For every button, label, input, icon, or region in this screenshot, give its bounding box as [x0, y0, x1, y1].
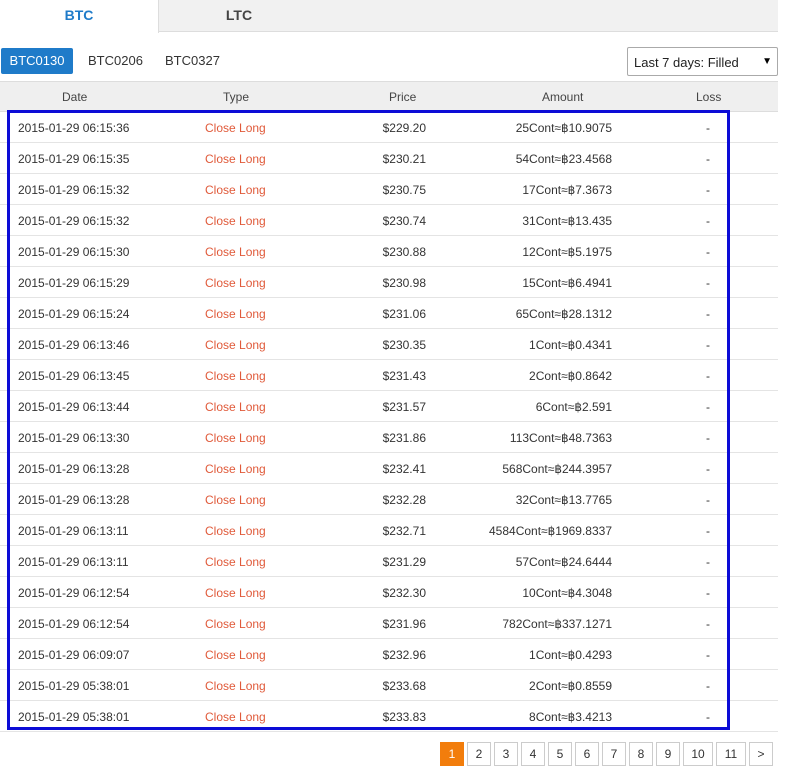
cell-amount: 32Cont≈฿13.7765	[515, 493, 612, 507]
cell-loss: -	[706, 710, 710, 724]
cell-loss: -	[706, 338, 710, 352]
table-row: 2015-01-29 06:13:45 Close Long $231.43 2Con…	[0, 360, 778, 391]
page-button-3[interactable]: 3	[494, 742, 518, 766]
cell-amount: 54Cont≈฿23.4568	[515, 152, 612, 166]
cell-amount: 57Cont≈฿24.6444	[515, 555, 612, 569]
cell-amount: 25Cont≈฿10.9075	[515, 121, 612, 135]
tab-btc[interactable]: BTC	[0, 0, 159, 33]
cell-loss: -	[706, 524, 710, 538]
cell-amount: 1Cont≈฿0.4341	[529, 338, 612, 352]
cell-amount: 8Cont≈฿3.4213	[529, 710, 612, 724]
market-tabs: BTC LTC	[0, 0, 778, 33]
orders-table: Date Type Price Amount Loss 2015-01-29 0…	[0, 81, 778, 732]
table-row: 2015-01-29 06:15:30 Close Long $230.88 12Co…	[0, 236, 778, 267]
contract-tab-btc0206[interactable]: BTC0206	[88, 48, 143, 74]
page-button-5[interactable]: 5	[548, 742, 572, 766]
table-row: 2015-01-29 06:13:11 Close Long $231.29 57Co…	[0, 546, 778, 577]
cell-loss: -	[706, 307, 710, 321]
header-amount: Amount	[542, 90, 584, 104]
header-price: Price	[389, 90, 417, 104]
table-row: 2015-01-29 06:13:46 Close Long $230.35 1Con…	[0, 329, 778, 360]
table-row: 2015-01-29 06:15:32 Close Long $230.74 31Co…	[0, 205, 778, 236]
table-row: 2015-01-29 06:13:30 Close Long $231.86 113C…	[0, 422, 778, 453]
cell-amount: 15Cont≈฿6.4941	[522, 276, 612, 290]
table-row: 2015-01-29 06:15:24 Close Long $231.06 65Co…	[0, 298, 778, 329]
cell-amount: 568Cont≈฿244.3957	[502, 462, 612, 476]
table-row: 2015-01-29 06:13:28 Close Long $232.41 568C…	[0, 453, 778, 484]
table-body: 2015-01-29 06:15:36 Close Long $229.20 25Co…	[0, 112, 778, 732]
cell-amount: 4584Cont≈฿1969.8337	[489, 524, 612, 538]
cell-amount: 12Cont≈฿5.1975	[522, 245, 612, 259]
cell-amount: 113Cont≈฿48.7363	[509, 431, 612, 445]
table-row: 2015-01-29 06:13:44 Close Long $231.57 6Con…	[0, 391, 778, 422]
table-row: 2015-01-29 05:38:01 Close Long $233.83 8Con…	[0, 701, 778, 732]
cell-loss: -	[706, 369, 710, 383]
cell-loss: -	[706, 400, 710, 414]
page-button-8[interactable]: 8	[629, 742, 653, 766]
page-button-1[interactable]: 1	[440, 742, 464, 766]
cell-amount: 2Cont≈฿0.8559	[529, 679, 612, 693]
cell-loss: -	[706, 617, 710, 631]
date-filter-value: Last 7 days: Filled	[634, 55, 739, 70]
cell-amount: 65Cont≈฿28.1312	[515, 307, 612, 321]
cell-loss: -	[706, 586, 710, 600]
table-row: 2015-01-29 06:09:07 Close Long $232.96 1Con…	[0, 639, 778, 670]
cell-loss: -	[706, 276, 710, 290]
page-button-2[interactable]: 2	[467, 742, 491, 766]
header-date: Date	[62, 90, 88, 104]
cell-loss: -	[706, 183, 710, 197]
table-row: 2015-01-29 06:15:29 Close Long $230.98 15Co…	[0, 267, 778, 298]
page-button-4[interactable]: 4	[521, 742, 545, 766]
cell-amount: 6Cont≈฿2.591	[535, 400, 612, 414]
table-header: Date Type Price Amount Loss	[0, 81, 778, 112]
cell-loss: -	[706, 245, 710, 259]
table-row: 2015-01-29 05:38:01 Close Long $233.68 2Con…	[0, 670, 778, 701]
cell-amount: 31Cont≈฿13.435	[522, 214, 612, 228]
contract-tab-btc0327[interactable]: BTC0327	[165, 48, 220, 74]
cell-amount: 1Cont≈฿0.4293	[529, 648, 612, 662]
contract-tab-btc0130[interactable]: BTC0130	[1, 48, 73, 74]
cell-loss: -	[706, 121, 710, 135]
table-row: 2015-01-29 06:12:54 Close Long $231.96 782C…	[0, 608, 778, 639]
cell-amount: 17Cont≈฿7.3673	[522, 183, 612, 197]
table-row: 2015-01-29 06:15:32 Close Long $230.75 17Co…	[0, 174, 778, 205]
cell-loss: -	[706, 555, 710, 569]
cell-loss: -	[706, 431, 710, 445]
page-button-10[interactable]: 10	[683, 742, 713, 766]
cell-loss: -	[706, 679, 710, 693]
cell-amount: 782Cont≈฿337.1271	[502, 617, 612, 631]
page-button-11[interactable]: 11	[716, 742, 746, 766]
cell-loss: -	[706, 462, 710, 476]
date-filter-select[interactable]: Last 7 days: Filled ▼	[627, 47, 778, 76]
table-row: 2015-01-29 06:12:54 Close Long $232.30 10Co…	[0, 577, 778, 608]
next-page-button[interactable]: >	[749, 742, 773, 766]
table-row: 2015-01-29 06:13:28 Close Long $232.28 32Co…	[0, 484, 778, 515]
header-loss: Loss	[696, 90, 722, 104]
table-row: 2015-01-29 06:13:11 Close Long $232.71 4584…	[0, 515, 778, 546]
page-button-6[interactable]: 6	[575, 742, 599, 766]
page-button-9[interactable]: 9	[656, 742, 680, 766]
page-button-7[interactable]: 7	[602, 742, 626, 766]
tab-ltc[interactable]: LTC	[159, 0, 319, 33]
cell-loss: -	[706, 214, 710, 228]
header-type: Type	[223, 90, 250, 104]
cell-amount: 2Cont≈฿0.8642	[529, 369, 612, 383]
cell-loss: -	[706, 152, 710, 166]
cell-loss: -	[706, 493, 710, 507]
table-row: 2015-01-29 06:15:36 Close Long $229.20 25Co…	[0, 112, 778, 143]
table-row: 2015-01-29 06:15:35 Close Long $230.21 54Co…	[0, 143, 778, 174]
cell-amount: 10Cont≈฿4.3048	[522, 586, 612, 600]
dropdown-arrow-icon: ▼	[762, 56, 772, 67]
cell-loss: -	[706, 648, 710, 662]
